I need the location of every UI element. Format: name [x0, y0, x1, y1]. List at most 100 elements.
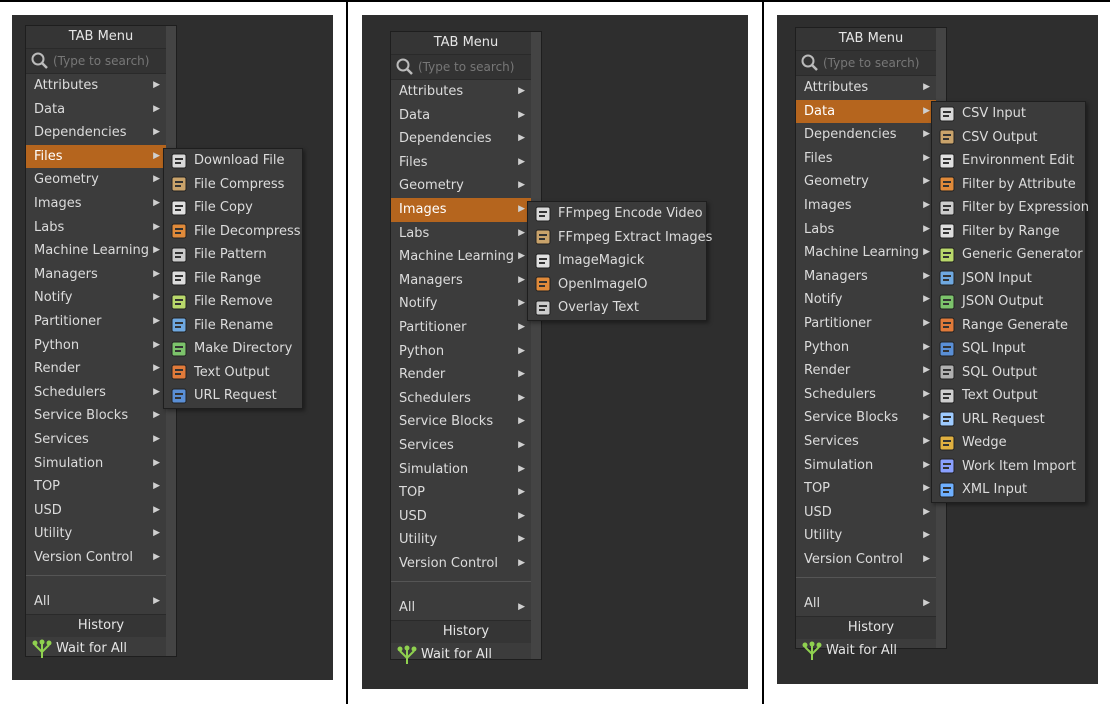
- submenu-item-wedge[interactable]: Wedge: [932, 431, 1085, 455]
- submenu-item-openimageio[interactable]: OpenImageIO: [528, 273, 706, 297]
- submenu-item-work-item-import[interactable]: Work Item Import: [932, 455, 1085, 479]
- menu-item-usd[interactable]: USD ▶: [26, 499, 176, 523]
- submenu-item-file-copy[interactable]: File Copy: [164, 196, 302, 220]
- menu-item-geometry[interactable]: Geometry ▶: [796, 170, 946, 194]
- menu-item-data[interactable]: Data ▶: [796, 99, 946, 124]
- menu-item-version-control[interactable]: Version Control ▶: [26, 546, 176, 570]
- submenu-item-sql-output[interactable]: SQL Output: [932, 361, 1085, 385]
- search-field[interactable]: (Type to search): [26, 49, 176, 74]
- history-item-wait-for-all[interactable]: Wait for All: [26, 637, 176, 660]
- submenu-item-ffmpeg-encode-video[interactable]: FFmpeg Encode Video: [528, 202, 706, 226]
- menu-item-simulation[interactable]: Simulation ▶: [26, 452, 176, 476]
- menu-item-utility[interactable]: Utility ▶: [26, 522, 176, 546]
- submenu-item-json-input[interactable]: JSON Input: [932, 267, 1085, 291]
- menu-item-attributes[interactable]: Attributes ▶: [796, 76, 946, 100]
- submenu-item-json-output[interactable]: JSON Output: [932, 290, 1085, 314]
- menu-item-notify[interactable]: Notify ▶: [796, 288, 946, 312]
- menu-item-render[interactable]: Render ▶: [391, 363, 541, 387]
- submenu-item-sql-input[interactable]: SQL Input: [932, 337, 1085, 361]
- menu-item-notify[interactable]: Notify ▶: [26, 286, 176, 310]
- submenu-item-csv-output[interactable]: CSV Output: [932, 126, 1085, 150]
- submenu-item-text-output[interactable]: Text Output: [932, 384, 1085, 408]
- submenu-item-file-compress[interactable]: File Compress: [164, 173, 302, 197]
- menu-item-files[interactable]: Files ▶: [796, 147, 946, 171]
- menu-item-service-blocks[interactable]: Service Blocks ▶: [796, 406, 946, 430]
- menu-item-images[interactable]: Images ▶: [391, 197, 541, 222]
- menu-item-usd[interactable]: USD ▶: [391, 505, 541, 529]
- menu-item-partitioner[interactable]: Partitioner ▶: [26, 310, 176, 334]
- submenu-item-environment-edit[interactable]: Environment Edit: [932, 149, 1085, 173]
- submenu-item-make-directory[interactable]: Make Directory: [164, 337, 302, 361]
- submenu-item-download-file[interactable]: Download File: [164, 149, 302, 173]
- search-field[interactable]: (Type to search): [391, 55, 541, 80]
- menu-item-simulation[interactable]: Simulation ▶: [796, 454, 946, 478]
- menu-item-data[interactable]: Data ▶: [26, 98, 176, 122]
- menu-item-service-blocks[interactable]: Service Blocks ▶: [391, 410, 541, 434]
- menu-item-geometry[interactable]: Geometry ▶: [391, 174, 541, 198]
- menu-item-all[interactable]: All ▶: [796, 592, 946, 616]
- scrollbar[interactable]: [531, 32, 541, 659]
- menu-item-images[interactable]: Images ▶: [26, 192, 176, 216]
- submenu-item-filter-by-range[interactable]: Filter by Range: [932, 220, 1085, 244]
- submenu-item-filter-by-expression[interactable]: Filter by Expression: [932, 196, 1089, 220]
- menu-item-all[interactable]: All ▶: [26, 590, 176, 614]
- search-field[interactable]: (Type to search): [796, 51, 946, 76]
- menu-item-managers[interactable]: Managers ▶: [796, 265, 946, 289]
- submenu-item-url-request[interactable]: URL Request: [164, 384, 302, 408]
- menu-item-top[interactable]: TOP ▶: [796, 477, 946, 501]
- submenu-item-file-pattern[interactable]: File Pattern: [164, 243, 302, 267]
- menu-item-services[interactable]: Services ▶: [391, 434, 541, 458]
- menu-item-labs[interactable]: Labs ▶: [26, 216, 176, 240]
- menu-item-machine-learning[interactable]: Machine Learning ▶: [391, 245, 541, 269]
- history-item-wait-for-all[interactable]: Wait for All: [391, 643, 541, 666]
- submenu-item-overlay-text[interactable]: Overlay Text: [528, 296, 706, 320]
- menu-item-services[interactable]: Services ▶: [26, 428, 176, 452]
- submenu-item-text-output[interactable]: Text Output: [164, 361, 302, 385]
- menu-item-schedulers[interactable]: Schedulers ▶: [26, 381, 176, 405]
- menu-item-attributes[interactable]: Attributes ▶: [26, 74, 176, 98]
- menu-item-managers[interactable]: Managers ▶: [26, 263, 176, 287]
- submenu-item-file-decompress[interactable]: File Decompress: [164, 220, 302, 244]
- menu-item-version-control[interactable]: Version Control ▶: [796, 548, 946, 572]
- menu-item-dependencies[interactable]: Dependencies ▶: [796, 123, 946, 147]
- menu-item-data[interactable]: Data ▶: [391, 104, 541, 128]
- submenu-item-imagemagick[interactable]: ImageMagick: [528, 249, 706, 273]
- menu-item-files[interactable]: Files ▶: [391, 151, 541, 175]
- menu-item-python[interactable]: Python ▶: [26, 334, 176, 358]
- menu-item-partitioner[interactable]: Partitioner ▶: [391, 316, 541, 340]
- menu-item-schedulers[interactable]: Schedulers ▶: [796, 383, 946, 407]
- menu-item-machine-learning[interactable]: Machine Learning ▶: [796, 241, 946, 265]
- menu-item-top[interactable]: TOP ▶: [26, 475, 176, 499]
- menu-item-python[interactable]: Python ▶: [796, 336, 946, 360]
- history-item-wait-for-all[interactable]: Wait for All: [796, 639, 946, 662]
- menu-item-version-control[interactable]: Version Control ▶: [391, 552, 541, 576]
- menu-item-images[interactable]: Images ▶: [796, 194, 946, 218]
- menu-item-python[interactable]: Python ▶: [391, 340, 541, 364]
- menu-item-all[interactable]: All ▶: [391, 596, 541, 620]
- submenu-item-file-rename[interactable]: File Rename: [164, 314, 302, 338]
- submenu-item-file-range[interactable]: File Range: [164, 267, 302, 291]
- menu-item-services[interactable]: Services ▶: [796, 430, 946, 454]
- submenu-item-filter-by-attribute[interactable]: Filter by Attribute: [932, 173, 1085, 197]
- menu-item-machine-learning[interactable]: Machine Learning ▶: [26, 239, 176, 263]
- menu-item-notify[interactable]: Notify ▶: [391, 292, 541, 316]
- menu-item-schedulers[interactable]: Schedulers ▶: [391, 387, 541, 411]
- menu-item-simulation[interactable]: Simulation ▶: [391, 458, 541, 482]
- menu-item-partitioner[interactable]: Partitioner ▶: [796, 312, 946, 336]
- menu-item-labs[interactable]: Labs ▶: [796, 218, 946, 242]
- menu-item-dependencies[interactable]: Dependencies ▶: [391, 127, 541, 151]
- menu-item-service-blocks[interactable]: Service Blocks ▶: [26, 404, 176, 428]
- submenu-item-file-remove[interactable]: File Remove: [164, 290, 302, 314]
- submenu-item-range-generate[interactable]: Range Generate: [932, 314, 1085, 338]
- submenu-item-xml-input[interactable]: XML Input: [932, 478, 1085, 502]
- menu-item-managers[interactable]: Managers ▶: [391, 269, 541, 293]
- submenu-item-ffmpeg-extract-images[interactable]: FFmpeg Extract Images: [528, 226, 712, 250]
- menu-item-geometry[interactable]: Geometry ▶: [26, 168, 176, 192]
- menu-item-dependencies[interactable]: Dependencies ▶: [26, 121, 176, 145]
- menu-item-utility[interactable]: Utility ▶: [391, 528, 541, 552]
- menu-item-labs[interactable]: Labs ▶: [391, 222, 541, 246]
- menu-item-usd[interactable]: USD ▶: [796, 501, 946, 525]
- submenu-item-csv-input[interactable]: CSV Input: [932, 102, 1085, 126]
- menu-item-files[interactable]: Files ▶: [26, 144, 176, 169]
- submenu-item-url-request[interactable]: URL Request: [932, 408, 1085, 432]
